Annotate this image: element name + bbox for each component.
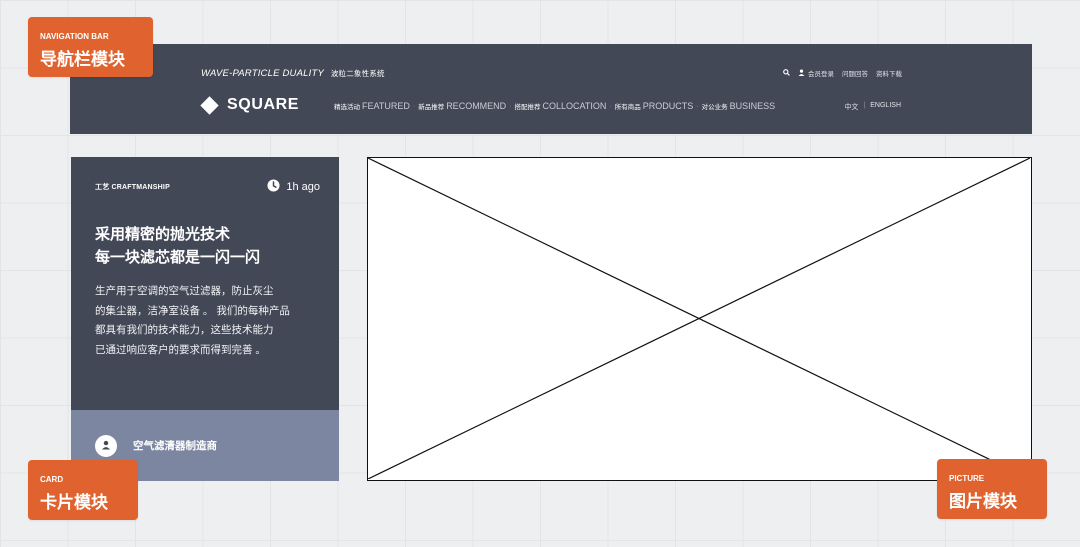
clock-icon (267, 179, 280, 195)
nav-separator: · (696, 102, 699, 110)
lang-zh[interactable]: 中文 (844, 102, 858, 112)
card-description: 生产用于空调的空气过滤器，防止灰尘 的集尘器，洁净室设备 。 我们的每种产品 都… (95, 282, 315, 360)
login-label: 会员登录 (808, 71, 834, 78)
label-en: PICTURE (949, 474, 985, 483)
avatar (95, 434, 117, 457)
language-switcher: 中文 | ENGLISH (844, 102, 901, 112)
nav-item-en: FEATURED (362, 101, 410, 111)
label-en: CARD (40, 475, 64, 484)
card-title-line: 每一块滤芯都是一闪一闪 (95, 249, 261, 266)
nav-item-en: PRODUCTS (642, 101, 694, 111)
nav-utilities: 会员登录 问题回答 资料下载 (783, 68, 902, 78)
login-link[interactable]: 会员登录 (798, 68, 834, 78)
label-zh: 导航栏模块 (40, 50, 125, 69)
navigation-bar-label: NAVIGATION BAR 导航栏模块 (28, 17, 153, 77)
card-body-line: 已通过响应客户的要求而得到完善 。 (95, 343, 266, 356)
card-author: 空气滤清器制造商 (133, 440, 217, 452)
label-zh: 图片模块 (949, 492, 1017, 511)
nav-item-zh: 搭配推荐 (514, 104, 541, 111)
card-title: 采用精密的抛光技术 每一块滤芯都是一闪一闪 (95, 223, 320, 269)
image-placeholder-icon (368, 158, 1030, 479)
user-icon (101, 437, 111, 455)
logo-text: SQUARE (227, 96, 300, 113)
nav-item-zh: 新品推荐 (418, 104, 445, 111)
card-title-line: 采用精密的抛光技术 (95, 226, 231, 243)
nav-item-products[interactable]: 所有商品 PRODUCTS (615, 101, 694, 111)
nav-item-zh: 精选活动 (334, 104, 360, 111)
card-body-line: 都具有我们的技术能力，这些技术能力 (95, 324, 274, 336)
user-icon (798, 68, 805, 78)
card-category: 工艺 CRAFTMANSHIP (95, 184, 170, 191)
nav-item-en: RECOMMEND (446, 101, 507, 111)
nav-separator: · (509, 102, 512, 110)
diamond-logo-icon (200, 95, 219, 115)
card[interactable]: 工艺 CRAFTMANSHIP 1h ago 采用精密的抛光技术 每一块滤芯都是… (71, 157, 339, 481)
nav-separator: · (609, 102, 612, 110)
label-en: NAVIGATION BAR (40, 32, 109, 41)
nav-tagline-zh: 波粒二象性系统 (330, 69, 385, 78)
nav-item-recommend[interactable]: 新品推荐 RECOMMEND (418, 101, 506, 111)
nav-item-featured[interactable]: 精选活动 FEATURED (334, 101, 410, 111)
navigation-bar: WAVE-PARTICLE DUALITY 波粒二象性系统 会员登录 问题回答 … (70, 44, 1032, 134)
nav-tagline: WAVE-PARTICLE DUALITY 波粒二象性系统 (201, 68, 385, 79)
download-link[interactable]: 资料下载 (876, 68, 902, 78)
card-label: CARD 卡片模块 (28, 460, 138, 520)
nav-separator: · (412, 102, 416, 110)
faq-link[interactable]: 问题回答 (842, 68, 868, 78)
nav-menu: 精选活动 FEATURED · 新品推荐 RECOMMEND · 搭配推荐 CO… (334, 101, 775, 111)
nav-item-business[interactable]: 对公业务 BUSINESS (702, 101, 776, 111)
nav-item-zh: 对公业务 (701, 104, 728, 111)
lang-en[interactable]: ENGLISH (870, 102, 901, 112)
card-header: 工艺 CRAFTMANSHIP 1h ago (95, 179, 320, 195)
picture-label: PICTURE 图片模块 (937, 459, 1047, 519)
card-time-text: 1h ago (286, 181, 320, 193)
nav-item-en: BUSINESS (729, 101, 776, 111)
nav-item-zh: 所有商品 (614, 104, 641, 111)
label-zh: 卡片模块 (40, 493, 108, 512)
card-time: 1h ago (267, 179, 320, 195)
nav-item-en: COLLOCATION (542, 101, 607, 111)
lang-divider: | (863, 102, 866, 109)
search-icon[interactable] (783, 68, 790, 78)
logo[interactable]: SQUARE (200, 95, 300, 115)
nav-item-collocation[interactable]: 搭配推荐 COLLOCATION (515, 101, 607, 111)
card-body-line: 的集尘器，洁净室设备 。 我们的每种产品 (95, 304, 290, 317)
card-body-line: 生产用于空调的空气过滤器，防止灰尘 (95, 285, 274, 297)
nav-tagline-en: WAVE-PARTICLE DUALITY (201, 68, 324, 79)
picture-placeholder (367, 157, 1032, 481)
